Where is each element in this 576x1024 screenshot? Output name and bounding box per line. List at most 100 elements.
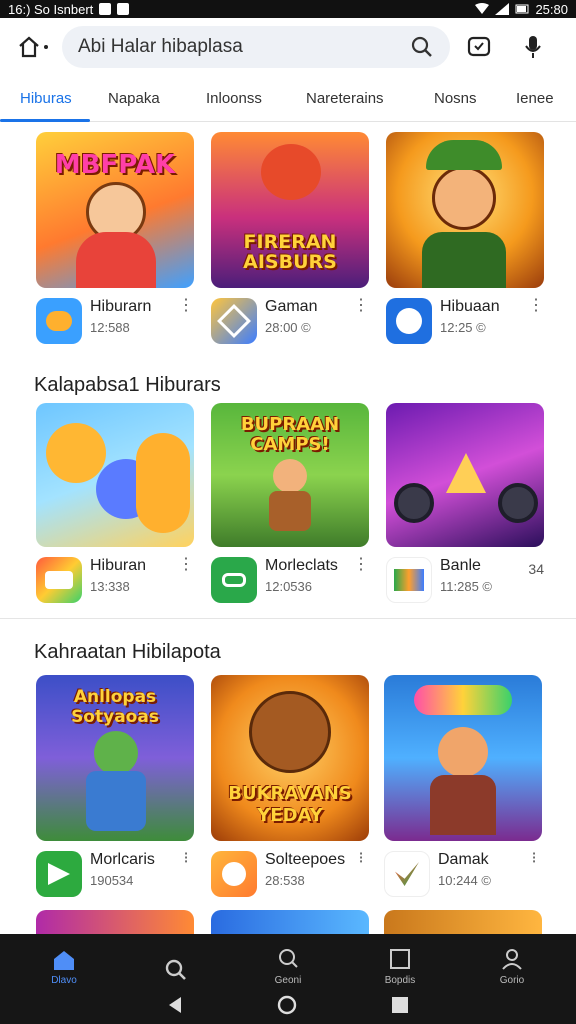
app-card[interactable]: Hiburan 13:338 ⋮ bbox=[36, 403, 194, 603]
more-options-icon[interactable]: ⁝ bbox=[178, 851, 194, 867]
app-thumbnail[interactable] bbox=[384, 675, 542, 841]
app-thumbnail[interactable] bbox=[36, 910, 194, 934]
nav-label: Gorio bbox=[499, 975, 525, 986]
signal-icon bbox=[495, 3, 510, 15]
app-count: 12:0536 bbox=[265, 579, 312, 594]
more-options-icon[interactable]: ⋮ bbox=[353, 298, 369, 314]
app-name: Morlcaris bbox=[90, 851, 155, 868]
back-icon[interactable] bbox=[167, 996, 183, 1014]
app-thumbnail[interactable] bbox=[384, 910, 542, 934]
app-count: 10:244 © bbox=[438, 873, 491, 888]
notification-icon bbox=[117, 3, 130, 15]
chat-icon[interactable] bbox=[466, 34, 492, 60]
app-count: 12:588 bbox=[90, 320, 130, 335]
app-card[interactable]: Banle 11:285 © 34 bbox=[386, 403, 544, 603]
more-options-icon[interactable]: ⋮ bbox=[353, 557, 369, 573]
search-icon bbox=[165, 959, 186, 980]
app-name: Damak bbox=[438, 851, 489, 868]
app-icon[interactable] bbox=[386, 298, 432, 344]
nav-label: Bopdis bbox=[384, 975, 416, 986]
app-thumbnail[interactable]: MBFPAK bbox=[36, 132, 194, 288]
tab-nosns[interactable]: Nosns bbox=[434, 90, 477, 107]
square-icon bbox=[390, 949, 410, 969]
more-options-icon[interactable]: ⁝ bbox=[353, 851, 369, 867]
status-clock: 25:80 bbox=[535, 1, 568, 17]
app-icon[interactable] bbox=[211, 298, 257, 344]
app-icon[interactable] bbox=[36, 851, 82, 897]
app-card[interactable]: BUPRAAN CAMPS! Morleclats 12:0536 ⋮ bbox=[211, 403, 369, 603]
more-options-icon[interactable]: ⁝ bbox=[526, 851, 542, 867]
app-thumbnail[interactable] bbox=[386, 132, 544, 288]
app-icon[interactable] bbox=[386, 557, 432, 603]
tab-hiburas[interactable]: Hiburas bbox=[20, 90, 72, 107]
more-options-icon[interactable]: ⋮ bbox=[528, 298, 544, 314]
thumbnail-title: MBFPAK bbox=[54, 150, 176, 180]
app-name: Hiburan bbox=[90, 557, 147, 574]
nav-label: Geoni bbox=[274, 975, 302, 986]
section-title: Kalapabsa1 Hiburars bbox=[34, 374, 221, 396]
home-icon bbox=[19, 36, 39, 58]
status-time: 16:) So Isnbert bbox=[8, 1, 94, 17]
app-name: Hiburarn bbox=[90, 298, 152, 315]
tab-indicator bbox=[0, 119, 90, 122]
section-title: Kahraatan Hibilapota bbox=[34, 641, 221, 663]
bottom-navigation: Dlavo Geoni Bopdis Gorio bbox=[0, 934, 576, 1024]
app-thumbnail[interactable]: FIRERAN AISBURS bbox=[211, 132, 369, 288]
app-count: 12:25 © bbox=[440, 320, 486, 335]
more-options-icon[interactable]: ⋮ bbox=[178, 298, 194, 314]
search-icon[interactable] bbox=[410, 35, 434, 59]
app-icon[interactable] bbox=[36, 557, 82, 603]
search-input[interactable]: Abi Halar hibaplasa bbox=[78, 36, 243, 58]
thumbnail-title: FIRERAN AISBURS bbox=[243, 231, 337, 273]
section-divider bbox=[0, 618, 576, 619]
app-icon[interactable] bbox=[211, 851, 257, 897]
app-thumbnail[interactable]: Anllopas Sotyaoas bbox=[36, 675, 194, 841]
app-icon[interactable] bbox=[384, 851, 430, 897]
category-tabs: Hiburas Napaka Inloonss Nareterains Nosn… bbox=[0, 76, 576, 122]
app-name: Hibuaan bbox=[440, 298, 500, 315]
tab-nareterains[interactable]: Nareterains bbox=[306, 90, 384, 107]
home-button[interactable] bbox=[14, 29, 50, 65]
tab-napaka[interactable]: Napaka bbox=[108, 90, 160, 107]
app-card[interactable]: Hibuaan 12:25 © ⋮ bbox=[386, 132, 544, 344]
more-options-icon[interactable]: ⋮ bbox=[178, 557, 194, 573]
app-thumbnail[interactable] bbox=[36, 403, 194, 547]
app-count: 13:338 bbox=[90, 579, 130, 594]
microphone-icon[interactable] bbox=[522, 34, 544, 60]
app-card[interactable]: BUKRAVANS YEDAY Solteepoes 28:538 ⁝ bbox=[211, 675, 369, 897]
status-bar: 16:) So Isnbert 25:80 bbox=[0, 0, 576, 18]
top-bar: Abi Halar hibaplasa bbox=[0, 18, 576, 76]
tab-ienee[interactable]: Ienee bbox=[516, 90, 554, 107]
person-icon bbox=[502, 949, 522, 970]
nav-home[interactable]: Dlavo bbox=[34, 949, 94, 986]
app-thumbnail[interactable] bbox=[386, 403, 544, 547]
tab-inloonss[interactable]: Inloonss bbox=[206, 90, 262, 107]
app-icon[interactable] bbox=[36, 298, 82, 344]
battery-icon bbox=[515, 4, 529, 14]
app-thumbnail[interactable] bbox=[211, 910, 369, 934]
home-icon bbox=[54, 951, 74, 970]
app-card[interactable]: Anllopas Sotyaoas Morlcaris 190534 ⁝ bbox=[36, 675, 194, 897]
app-count: 11:285 © bbox=[440, 579, 492, 594]
nav-profile[interactable]: Gorio bbox=[482, 947, 542, 986]
search-bar[interactable]: Abi Halar hibaplasa bbox=[62, 26, 450, 68]
nav-search[interactable] bbox=[146, 958, 206, 986]
app-count: 28:538 bbox=[265, 873, 305, 888]
app-name: Morleclats bbox=[265, 557, 338, 574]
nav-library[interactable]: Bopdis bbox=[370, 947, 430, 986]
app-thumbnail[interactable]: BUKRAVANS YEDAY bbox=[211, 675, 369, 841]
recents-icon[interactable] bbox=[391, 996, 409, 1014]
app-card[interactable]: MBFPAK Hiburarn 12:588 ⋮ bbox=[36, 132, 194, 344]
home-circle-icon[interactable] bbox=[277, 995, 297, 1015]
thumbnail-title: Anllopas Sotyaoas bbox=[71, 687, 159, 727]
app-card[interactable]: FIRERAN AISBURS Gaman 28:00 © ⋮ bbox=[211, 132, 369, 344]
nav-label: Dlavo bbox=[51, 975, 77, 986]
app-card[interactable]: Damak 10:244 © ⁝ bbox=[384, 675, 542, 897]
wifi-icon bbox=[475, 3, 490, 14]
app-icon[interactable] bbox=[211, 557, 257, 603]
app-thumbnail[interactable]: BUPRAAN CAMPS! bbox=[211, 403, 369, 547]
app-name: Banle bbox=[440, 557, 481, 574]
system-navigation bbox=[0, 986, 576, 1024]
nav-explore[interactable]: Geoni bbox=[258, 947, 318, 986]
notification-icon bbox=[99, 3, 112, 15]
